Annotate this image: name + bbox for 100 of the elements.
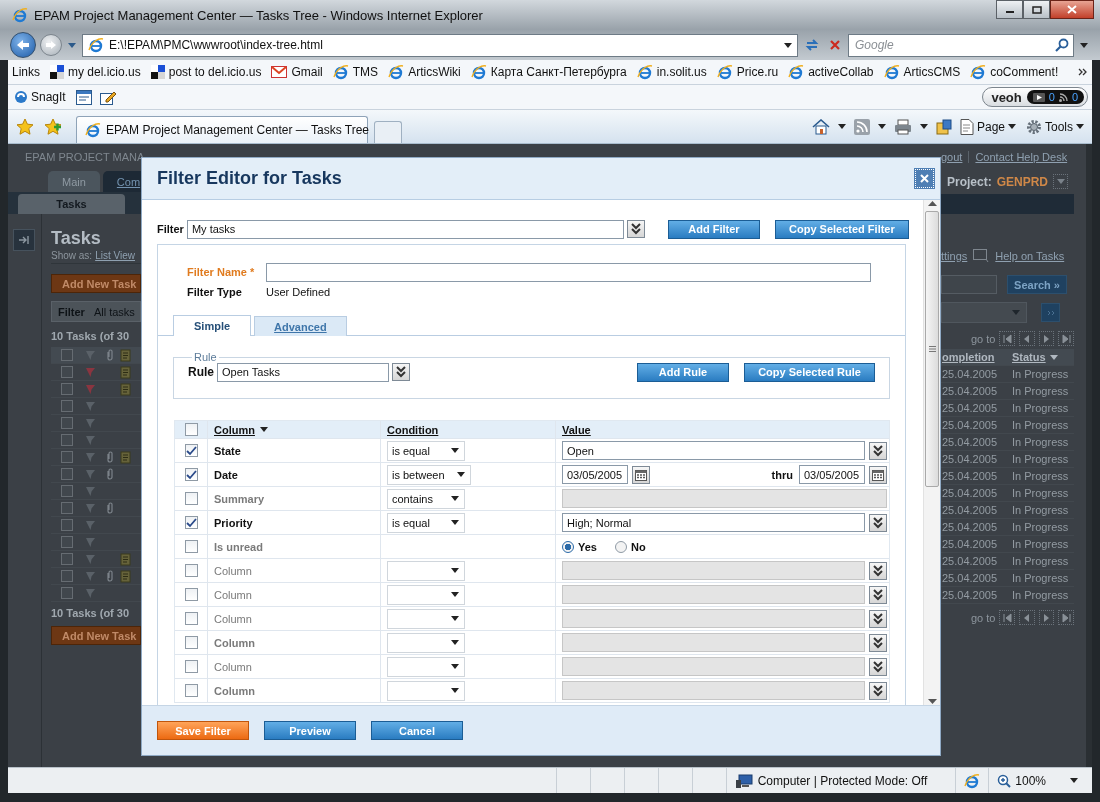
favorite-link[interactable]: post to del.icio.us (150, 65, 262, 79)
dropdown-button[interactable] (869, 633, 887, 652)
feed-icon[interactable] (853, 118, 870, 135)
condition-dropdown[interactable] (387, 680, 465, 701)
calendar-button[interactable] (869, 465, 887, 484)
condition-dropdown[interactable] (387, 656, 465, 677)
checkbox[interactable] (61, 553, 73, 565)
address-field[interactable]: E:\!EPAM\PMC\wwwroot\index-tree.html (82, 33, 798, 57)
checkbox[interactable] (184, 423, 198, 436)
checkbox[interactable] (61, 417, 73, 429)
filter-name-field[interactable] (266, 262, 871, 282)
value-field[interactable]: High; Normal (562, 513, 865, 532)
dropdown-button[interactable] (869, 681, 887, 700)
search-button[interactable]: Search » (1007, 275, 1067, 294)
checkbox[interactable] (61, 485, 73, 497)
search-field[interactable] (941, 275, 997, 294)
first-page-button[interactable] (999, 610, 1016, 625)
new-tab-button[interactable] (374, 121, 402, 143)
condition-dropdown[interactable]: is equal (387, 440, 465, 461)
condition-dropdown[interactable] (387, 560, 465, 581)
search-options-button[interactable] (1078, 40, 1090, 50)
print-dropdown[interactable] (917, 122, 930, 131)
condition-dropdown[interactable]: is equal (387, 512, 465, 533)
last-page-button[interactable] (1058, 610, 1074, 625)
radio-button[interactable] (562, 540, 574, 553)
apply-button[interactable] (1041, 303, 1060, 322)
favorite-link[interactable]: activeCollab (788, 64, 874, 80)
editor-tab[interactable]: Simple (173, 315, 252, 336)
chevron-icon[interactable] (1078, 68, 1088, 76)
checkbox[interactable] (61, 383, 73, 395)
minimize-button[interactable] (996, 0, 1023, 19)
favorite-link[interactable]: coComment! (970, 64, 1059, 80)
collapse-button[interactable] (13, 229, 35, 251)
checkbox[interactable] (184, 468, 198, 481)
history-dropdown[interactable] (66, 40, 78, 50)
column-header[interactable]: Value (562, 423, 591, 436)
condition-dropdown[interactable] (387, 584, 465, 605)
checkbox[interactable] (184, 540, 198, 553)
project-dropdown[interactable] (1053, 174, 1069, 189)
add-favorite-icon[interactable] (44, 118, 62, 135)
condition-dropdown[interactable] (387, 608, 465, 629)
editor-tab[interactable]: Advanced (254, 316, 347, 336)
window-icon[interactable] (75, 89, 92, 105)
search-icon[interactable] (1055, 37, 1069, 52)
feed-dropdown[interactable] (875, 122, 888, 131)
checkbox[interactable] (61, 400, 73, 412)
favorite-link[interactable]: Price.ru (716, 64, 779, 80)
zoom-button[interactable]: 100% (989, 773, 1056, 788)
column-header[interactable]: Condition (387, 423, 439, 436)
view-link[interactable]: List View (95, 249, 135, 261)
favorite-link[interactable]: ArticsWiki (388, 64, 461, 80)
checkbox[interactable] (61, 349, 73, 361)
column-header[interactable]: ompletion (942, 351, 1012, 363)
calendar-button[interactable] (632, 465, 650, 484)
help-link[interactable]: Help on Tasks (995, 249, 1065, 262)
rule-field[interactable]: Open Tasks (217, 362, 389, 382)
column-header[interactable]: Status (1012, 351, 1074, 363)
dropdown-button[interactable] (869, 513, 887, 532)
checkbox[interactable] (61, 366, 73, 378)
condition-dropdown[interactable] (387, 632, 465, 653)
close-button[interactable] (1050, 0, 1094, 19)
media-widget[interactable]: veoh 0 0 (982, 87, 1088, 107)
page-menu[interactable]: Page (957, 116, 1018, 137)
previous-page-button[interactable] (1019, 331, 1035, 346)
date-field[interactable]: 03/05/2005 (799, 465, 865, 484)
checkbox[interactable] (61, 451, 73, 463)
home-icon[interactable] (811, 118, 830, 135)
checkbox[interactable] (184, 444, 198, 457)
radio-button[interactable] (614, 540, 627, 553)
logout-link[interactable]: gout (941, 150, 963, 163)
checkbox[interactable] (61, 587, 73, 599)
tools-menu[interactable]: Tools (1024, 116, 1086, 137)
dropdown-button[interactable] (869, 657, 887, 676)
favorite-link[interactable]: ArticsCMS (883, 64, 961, 80)
edit-icon[interactable] (99, 89, 116, 105)
favorite-link[interactable]: TMS (332, 64, 379, 80)
browser-tab[interactable]: EPAM Project Management Center — Tasks Tree (76, 116, 368, 143)
next-page-button[interactable] (1038, 610, 1055, 625)
favorite-link[interactable]: Gmail (271, 65, 323, 79)
home-dropdown[interactable] (835, 122, 848, 131)
favorite-link[interactable]: Карта Санкт-Петербурга (470, 64, 627, 80)
dropdown-button[interactable] (392, 363, 410, 381)
maximize-button[interactable] (1023, 0, 1050, 19)
star-icon[interactable] (16, 118, 34, 135)
checkbox[interactable] (61, 502, 73, 514)
dropdown-button[interactable] (869, 441, 887, 460)
column-header[interactable]: Column (214, 423, 268, 436)
dropdown-button[interactable] (869, 609, 887, 628)
condition-dropdown[interactable]: is between (387, 464, 471, 485)
first-page-button[interactable] (999, 331, 1016, 346)
back-button[interactable] (10, 32, 36, 58)
help-desk-link[interactable]: Contact Help Desk (975, 150, 1068, 163)
search-field[interactable]: Google (848, 33, 1074, 57)
settings-link[interactable]: ttings (941, 249, 968, 262)
print-icon[interactable] (893, 118, 912, 135)
checkbox[interactable] (61, 570, 73, 582)
favorite-link[interactable]: in.solit.us (636, 64, 707, 80)
dropdown-button[interactable] (869, 561, 887, 580)
last-page-button[interactable] (1058, 331, 1074, 346)
scrollbar[interactable] (923, 200, 940, 705)
